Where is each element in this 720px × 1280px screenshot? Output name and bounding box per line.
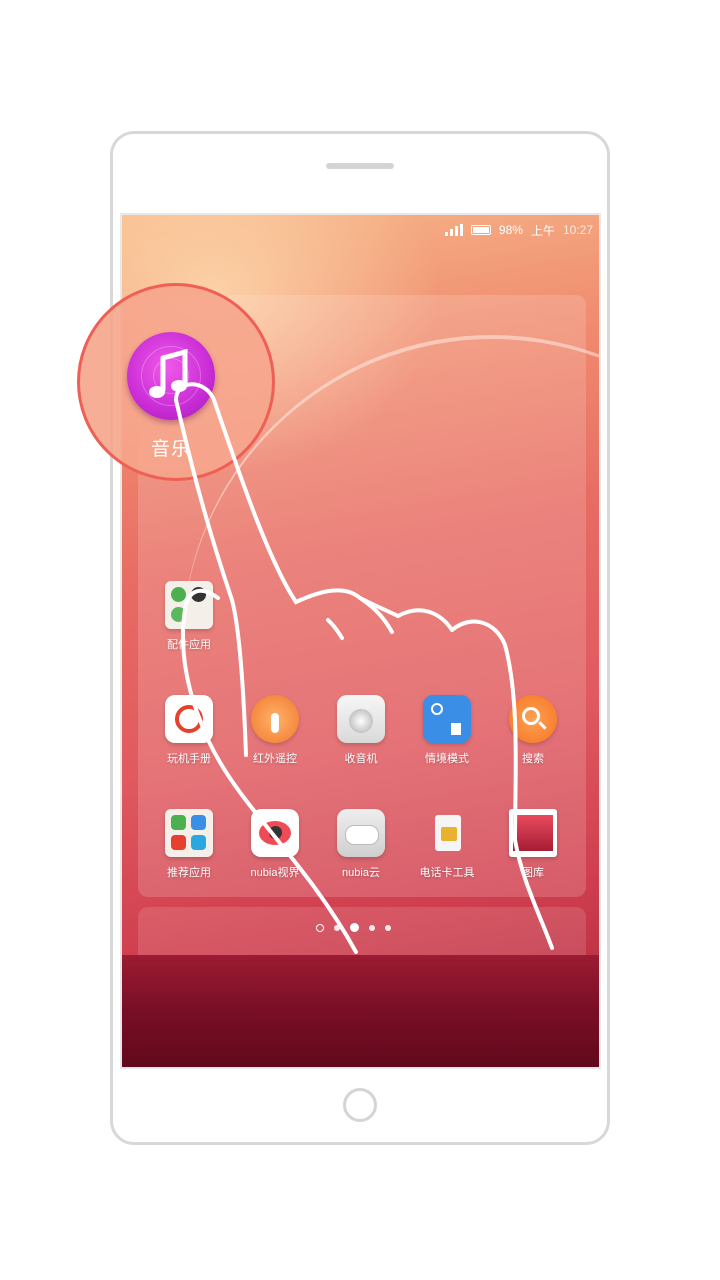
pointing-hand-icon	[174, 382, 554, 954]
